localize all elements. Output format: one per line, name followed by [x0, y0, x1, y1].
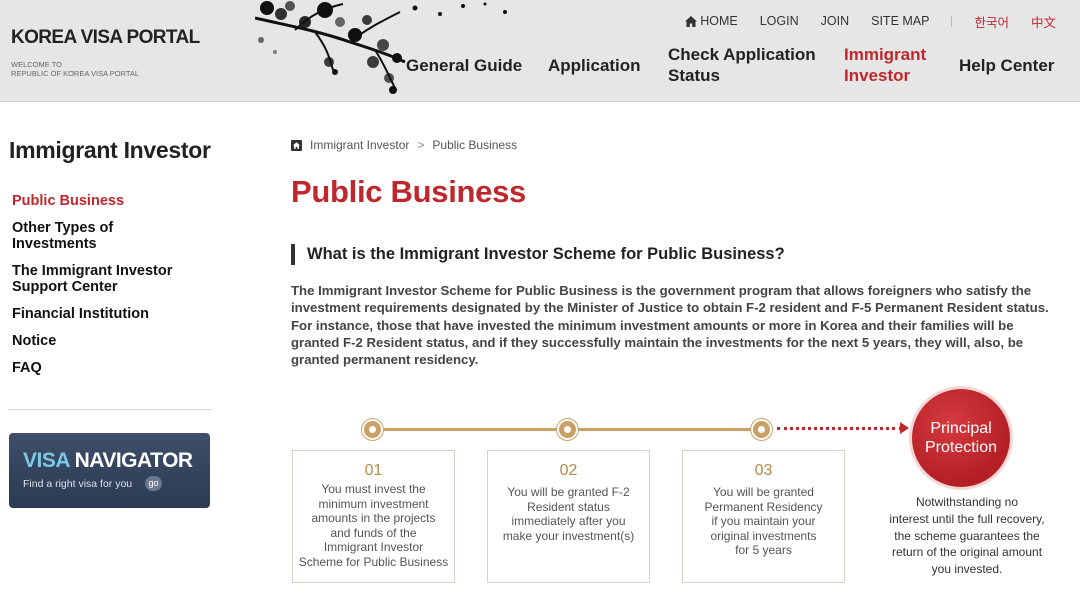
- nav-label: General Guide: [406, 56, 523, 75]
- sidebar-item-label: Financial Institution: [12, 306, 149, 322]
- step-card: 01 You must invest the minimum investmen…: [292, 450, 455, 583]
- home-icon[interactable]: [291, 139, 302, 151]
- step-card: 03 You will be granted Permanent Residen…: [682, 450, 845, 583]
- main-navigation: General Guide Application Check Applicat…: [0, 44, 1080, 92]
- nav-general-guide[interactable]: General Guide: [406, 55, 522, 76]
- home-link[interactable]: HOME: [685, 14, 738, 28]
- principal-line: you invested.: [931, 562, 1003, 577]
- page-title: Public Business: [291, 174, 526, 209]
- sidebar-item-financial-institution[interactable]: Financial Institution: [12, 306, 212, 322]
- step-node: [557, 419, 578, 440]
- sitemap-link[interactable]: SITE MAP: [871, 14, 929, 28]
- sidebar-item-other-types[interactable]: Other Types of Investments: [12, 220, 212, 252]
- sidebar-item-support-center[interactable]: The Immigrant Investor Support Center: [12, 263, 212, 295]
- sidebar-item-label: FAQ: [12, 360, 42, 376]
- sidebar-item-faq[interactable]: FAQ: [12, 360, 212, 376]
- join-link[interactable]: JOIN: [821, 14, 849, 28]
- step-line: Immigrant Investor: [323, 540, 424, 554]
- sidebar-item-label: The Immigrant Investor: [12, 263, 173, 279]
- sidebar-menu: Public Business Other Types of Investmen…: [12, 193, 212, 387]
- breadcrumb-separator: >: [417, 138, 425, 152]
- nav-label: Application: [548, 56, 641, 75]
- visa-navigator-subtitle: Find a right visa for you: [23, 478, 133, 490]
- sidebar-item-label: Support Center: [12, 279, 118, 295]
- principal-line: return of the original amount: [891, 545, 1043, 560]
- go-button[interactable]: go: [145, 476, 162, 491]
- principal-protection-badge: Principal Protection: [912, 389, 1010, 487]
- site-header: KOREA VISA PORTAL WELCOME TO REPUBLIC OF…: [0, 0, 1080, 102]
- dotted-arrow-line: [777, 427, 902, 432]
- nav-label: Immigrant: [844, 45, 927, 64]
- sidebar-item-label: Investments: [12, 236, 97, 252]
- login-link[interactable]: LOGIN: [760, 14, 799, 28]
- utility-menu: HOME LOGIN JOIN SITE MAP 한국어 中文: [685, 12, 1056, 30]
- heading-bar: [291, 243, 295, 265]
- nav-immigrant-investor[interactable]: Immigrant Investor: [844, 44, 926, 86]
- home-link-label: HOME: [700, 14, 738, 28]
- step-number: 03: [754, 462, 773, 479]
- nav-label: Help Center: [959, 56, 1055, 75]
- utility-divider: [951, 15, 953, 27]
- step-line: You must invest the: [321, 482, 426, 496]
- nav-label: Status: [668, 66, 720, 85]
- step-line: for 5 years: [735, 543, 792, 557]
- section-heading-text: What is the Immigrant Investor Scheme fo…: [307, 244, 785, 263]
- step-number: 02: [559, 462, 578, 479]
- principal-line: interest until the full recovery,: [889, 511, 1045, 526]
- sidebar-title: Immigrant Investor: [9, 137, 211, 163]
- home-icon: [685, 15, 698, 27]
- visa-navigator-title-rest: NAVIGATOR: [69, 449, 194, 472]
- principal-line: Notwithstanding no: [915, 495, 1019, 509]
- intro-paragraph: The Immigrant Investor Scheme for Public…: [291, 283, 1049, 368]
- step-line: make your investment(s): [502, 528, 635, 543]
- nav-label: Check Application: [668, 45, 816, 64]
- nav-label: Investor: [844, 66, 911, 85]
- sidebar-divider: [9, 409, 212, 410]
- arrow-right-icon: [900, 422, 909, 434]
- sidebar-item-label: Public Business: [12, 193, 125, 209]
- step-line: Permanent Residency: [704, 499, 823, 514]
- sidebar-item-label: Notice: [12, 333, 57, 349]
- step-line: Scheme for Public Business: [298, 554, 449, 569]
- sidebar-item-notice[interactable]: Notice: [12, 333, 212, 349]
- step-description: You must invest the minimum investment a…: [293, 482, 454, 569]
- nav-help-center[interactable]: Help Center: [959, 55, 1054, 76]
- step-line: if you maintain your: [711, 514, 816, 528]
- visa-navigator-banner[interactable]: VISA NAVIGATOR Find a right visa for you…: [9, 433, 210, 508]
- step-description: You will be granted F-2 Resident status …: [488, 485, 649, 543]
- step-node: [362, 419, 383, 440]
- step-number: 01: [364, 462, 383, 479]
- sidebar-item-public-business[interactable]: Public Business: [12, 193, 212, 209]
- badge-line: Protection: [924, 439, 998, 456]
- section-heading: What is the Immigrant Investor Scheme fo…: [291, 243, 785, 265]
- step-line: You will be granted: [713, 485, 814, 499]
- lang-chinese-link[interactable]: 中文: [1031, 12, 1056, 31]
- step-card: 02 You will be granted F-2 Resident stat…: [487, 450, 650, 583]
- step-line: and funds of the: [330, 525, 417, 540]
- breadcrumb-item[interactable]: Immigrant Investor: [310, 138, 409, 152]
- step-description: You will be granted Permanent Residency …: [683, 485, 844, 558]
- badge-line: Principal: [930, 420, 992, 437]
- visa-navigator-title: VISA NAVIGATOR: [23, 449, 193, 473]
- breadcrumb: Immigrant Investor > Public Business: [291, 138, 517, 152]
- step-line: amounts in the projects: [311, 511, 436, 525]
- nav-check-application-status[interactable]: Check Application Status: [668, 44, 816, 86]
- step-line: You will be granted F-2: [507, 485, 630, 499]
- nav-application[interactable]: Application: [548, 55, 641, 76]
- principal-line: the scheme guarantees the: [894, 528, 1040, 543]
- step-line: Resident status: [527, 499, 610, 514]
- step-line: minimum investment: [318, 496, 429, 511]
- visa-navigator-title-accent: VISA: [23, 449, 70, 472]
- lang-korean-link[interactable]: 한국어: [974, 12, 1009, 31]
- sidebar-item-label: Other Types of: [12, 220, 114, 236]
- step-node: [751, 419, 772, 440]
- step-line: original investments: [710, 528, 817, 543]
- step-line: immediately after you: [511, 514, 626, 528]
- breadcrumb-current: Public Business: [432, 138, 518, 152]
- principal-protection-description: Notwithstanding no interest until the fu…: [878, 494, 1056, 578]
